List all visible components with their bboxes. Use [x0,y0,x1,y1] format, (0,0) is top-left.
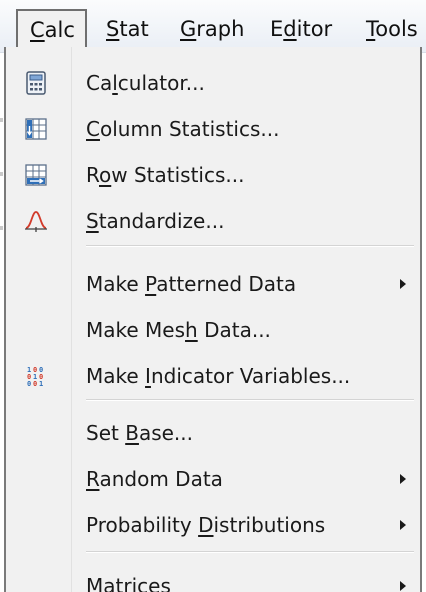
submenu-arrow-icon [400,581,406,591]
menu-item-probability-distributions-label: Probability Distributions [86,513,326,537]
menu-tools[interactable]: Tools [366,13,418,45]
menu-calc[interactable]: Calc [16,9,87,48]
menu-editor-label-rest: itor [296,17,333,41]
calculator-icon [26,71,46,95]
menu-item-make-indicator-variables-label: Make Indicator Variables... [86,364,351,388]
menu-item-row-statistics[interactable]: Row Statistics... [6,156,420,194]
menu-item-probability-distributions[interactable]: Probability Distributions [6,506,420,544]
menu-tools-label-rest: ools [375,17,418,41]
menu-separator [86,245,414,247]
menu-item-matrices-label: Matrices [86,574,171,592]
svg-text:0: 0 [33,380,37,388]
submenu-arrow-icon [400,474,406,484]
menu-item-set-base[interactable]: Set Base... [6,414,420,452]
menu-item-row-statistics-label: Row Statistics... [86,163,245,187]
menu-separator [86,399,414,401]
menu-graph-label-rest: raph [196,17,245,41]
menu-item-standardize-label: Standardize... [86,209,225,233]
indicator-variables-icon: 1 0 0 0 1 0 0 0 1 [27,366,43,388]
row-statistics-icon [25,164,47,186]
background-fragment [0,172,3,176]
menu-stat-label-rest: tat [119,17,149,41]
menu-item-make-mesh-data-label: Make Mesh Data... [86,318,271,342]
column-statistics-icon [25,118,47,140]
calc-dropdown-menu: Calculator... Column Statistics... Row S… [4,47,422,592]
menu-item-column-statistics-label: Column Statistics... [86,117,280,141]
menu-editor-access-key: d [283,17,297,41]
menu-item-random-data-label: Random Data [86,467,223,491]
menu-item-standardize[interactable]: Standardize... [6,202,420,240]
menu-item-matrices[interactable]: Matrices [6,567,420,592]
menu-tools-access-key: T [366,17,376,41]
menu-graph[interactable]: Graph [180,13,244,45]
menu-item-set-base-label: Set Base... [86,421,193,445]
menu-separator [86,551,414,553]
menu-item-make-indicator-variables[interactable]: 1 0 0 0 1 0 0 0 1 Make Indicator Variabl… [6,357,420,395]
menu-calc-access-key: C [30,18,45,42]
menu-editor[interactable]: Editor [270,13,332,45]
menu-stat-access-key: S [106,17,120,41]
menu-graph-access-key: G [180,17,197,41]
menu-calc-label-rest: alc [44,18,75,42]
menu-item-random-data[interactable]: Random Data [6,460,420,498]
menu-item-calculator-label: Calculator... [86,71,205,95]
app-window: Calc Stat Graph Editor Tools Calculator.… [0,0,426,592]
svg-text:0: 0 [27,380,31,388]
menu-bar: Calc Stat Graph Editor Tools [0,0,426,53]
menu-item-make-patterned-data[interactable]: Make Patterned Data [6,265,420,303]
menu-editor-label-start: E [270,17,284,41]
menu-item-calculator[interactable]: Calculator... [6,64,420,102]
menu-item-column-statistics[interactable]: Column Statistics... [6,110,420,148]
standardize-icon [25,211,47,232]
menu-item-make-patterned-data-label: Make Patterned Data [86,272,297,296]
background-fragment [0,226,3,230]
menu-item-make-mesh-data[interactable]: Make Mesh Data... [6,311,420,349]
submenu-arrow-icon [400,520,406,530]
submenu-arrow-icon [400,279,406,289]
svg-text:1: 1 [39,380,43,388]
background-fragment [0,118,3,122]
menu-stat[interactable]: Stat [106,13,149,45]
